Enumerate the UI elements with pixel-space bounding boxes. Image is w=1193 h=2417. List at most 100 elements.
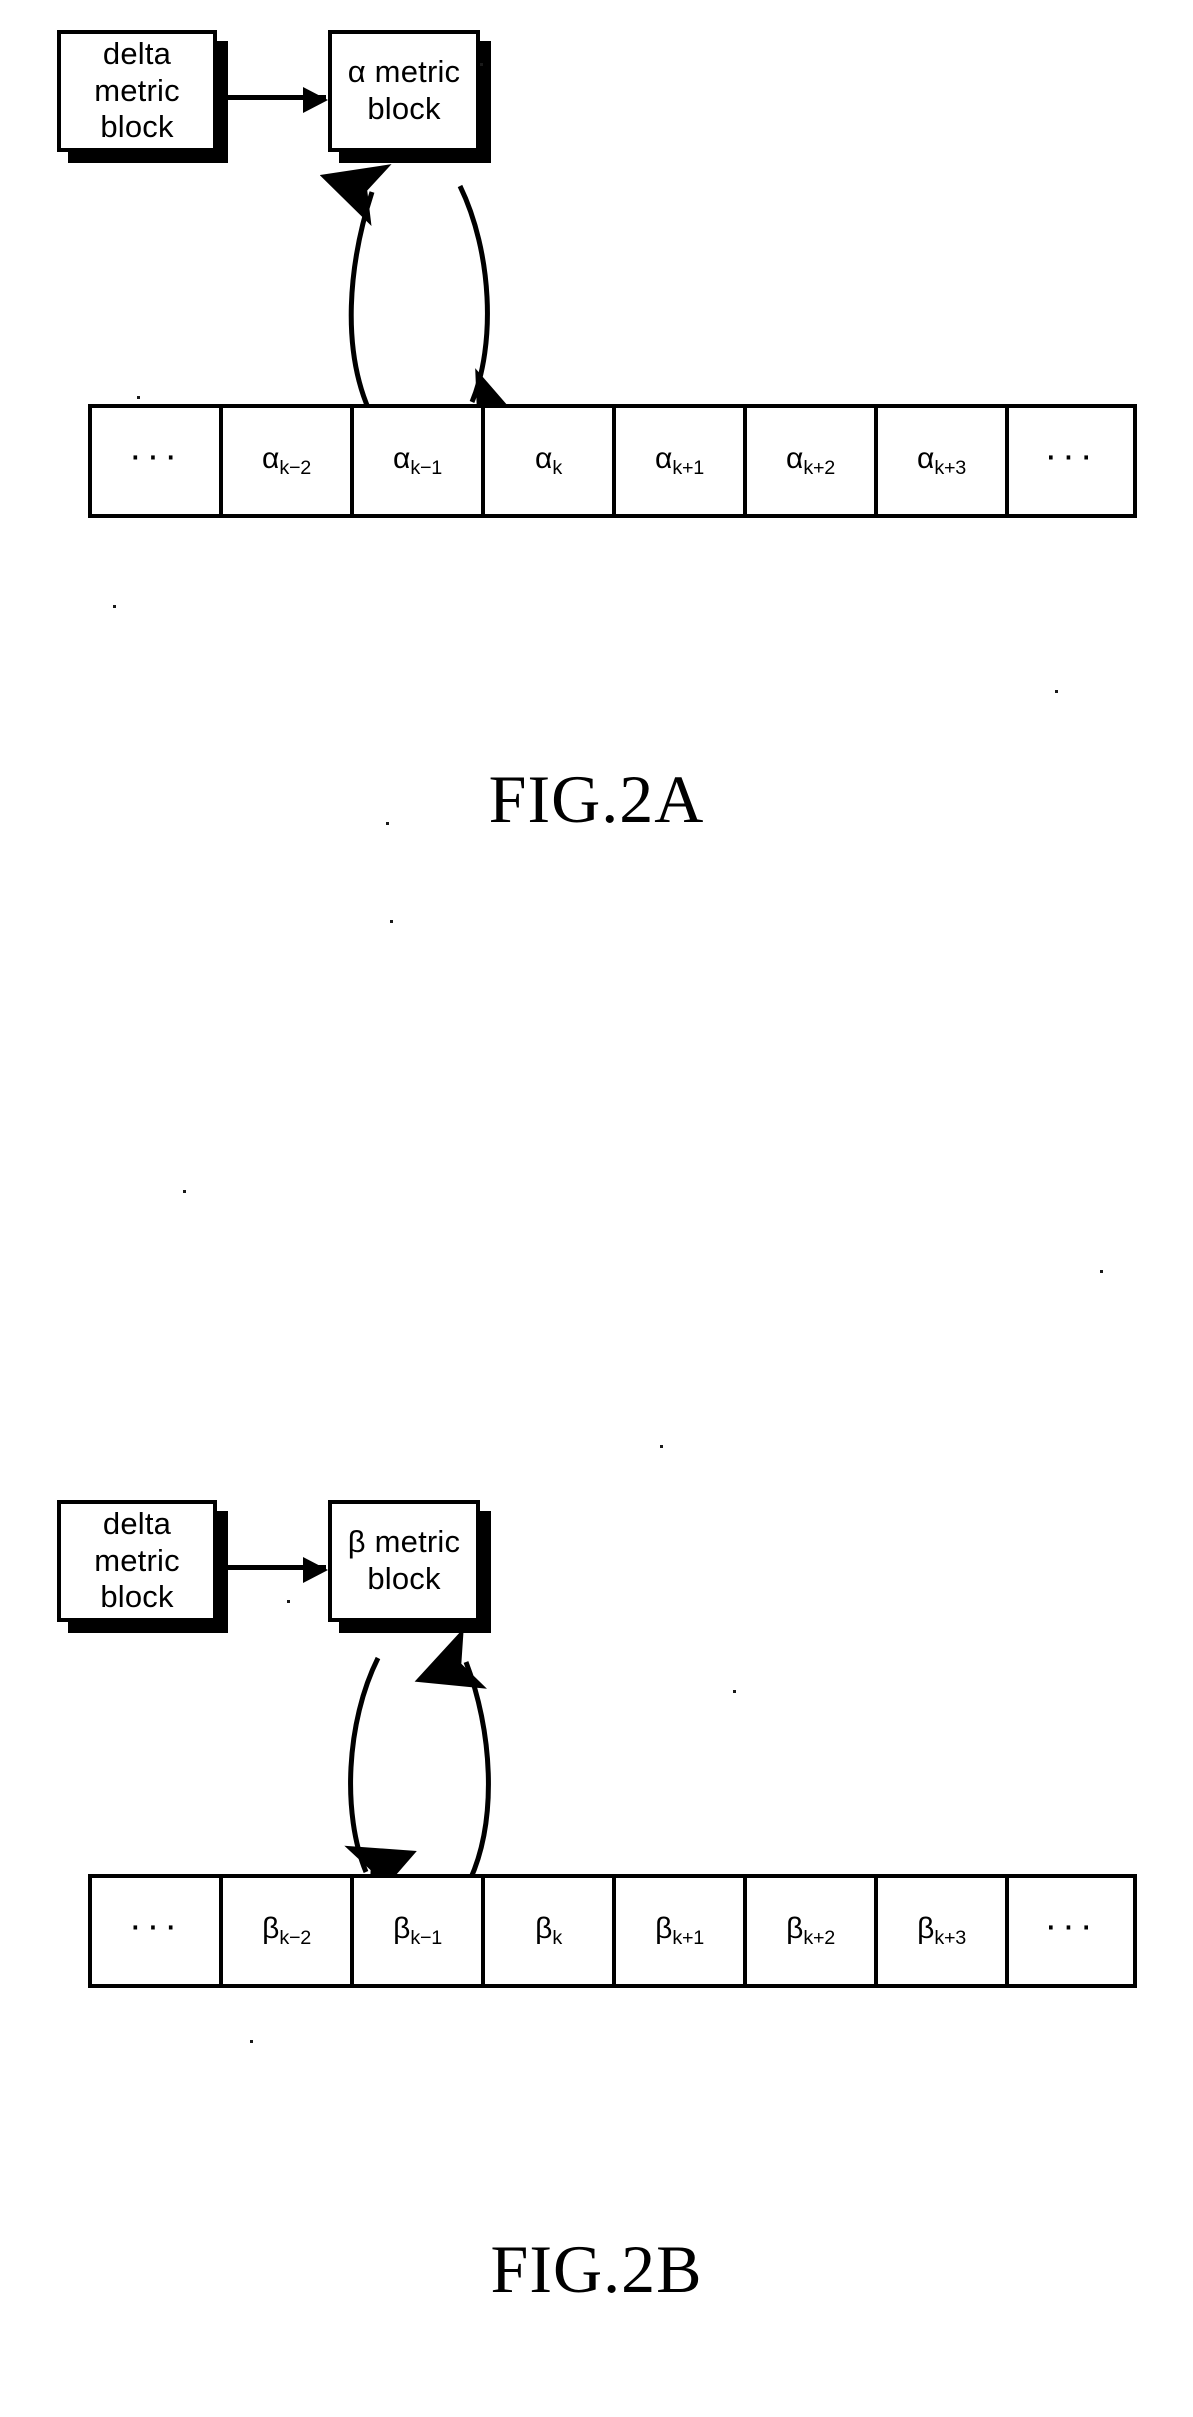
- array-cell-beta-k-minus-2: βk−2: [223, 1878, 354, 1984]
- array-cell-alpha-left-ellipsis: ···: [92, 408, 223, 514]
- cell-base: β: [535, 1912, 553, 1946]
- cell-sub: k: [552, 1926, 562, 1949]
- cell-sub: k+1: [672, 1926, 704, 1949]
- cell-text: ···: [1044, 1904, 1098, 1947]
- cell-sub: k−2: [279, 1926, 311, 1949]
- cell-base: β: [917, 1912, 935, 1946]
- beta-write-arrow-path: [344, 1656, 417, 1886]
- cell-text: ···: [129, 1904, 182, 1947]
- beta-curved-arrows: [344, 1628, 491, 1886]
- cell-text: βk−1: [393, 1912, 442, 1950]
- feed-arrow-delta-to-beta: [228, 1557, 328, 1583]
- scan-speckle: [386, 822, 389, 825]
- scan-speckle: [480, 63, 483, 66]
- scan-speckle: [113, 605, 116, 608]
- delta-label-line-3: block: [100, 109, 174, 145]
- delta-metric-block-a-label: delta metric block: [88, 36, 186, 146]
- scan-speckle: [137, 396, 140, 399]
- cell-text: βk+2: [786, 1912, 835, 1950]
- array-cell-alpha-k-plus-1: αk+1: [616, 408, 747, 514]
- cell-base: α: [917, 442, 935, 476]
- array-cell-alpha-k-plus-3: αk+3: [878, 408, 1009, 514]
- array-cell-alpha-k-plus-2: αk+2: [747, 408, 878, 514]
- cell-sub: k+3: [934, 456, 966, 479]
- alpha-read-arrow-path: [320, 164, 392, 411]
- array-cell-beta-k-plus-3: βk+3: [878, 1878, 1009, 1984]
- alpha-metric-block-label: α metric block: [342, 54, 467, 127]
- array-cell-beta-k-minus-1: βk−1: [354, 1878, 485, 1984]
- figure-2a-caption: FIG.2A: [488, 761, 705, 837]
- cell-sub: k: [552, 456, 562, 479]
- scan-speckle: [733, 1690, 736, 1693]
- beta-metric-array: ··· βk−2 βk−1 βk βk+1 βk+2 βk+3 ···: [88, 1874, 1137, 1988]
- cell-base: α: [262, 442, 280, 476]
- array-cell-alpha-k-minus-2: αk−2: [223, 408, 354, 514]
- scan-speckle: [250, 2040, 253, 2043]
- alpha-metric-array: ··· αk−2 αk−1 αk αk+1 αk+2 αk+3 ···: [88, 404, 1137, 518]
- array-cell-alpha-right-ellipsis: ···: [1009, 408, 1133, 514]
- alpha-metric-block: α metric block: [328, 30, 480, 152]
- array-cell-alpha-k: αk: [485, 408, 616, 514]
- cell-base: β: [786, 1912, 804, 1946]
- cell-sub: k−1: [410, 1926, 442, 1949]
- array-cell-beta-left-ellipsis: ···: [92, 1878, 223, 1984]
- cell-text: βk+3: [917, 1912, 966, 1950]
- figure-2a: delta metric block α metric block ··· αk…: [0, 0, 1193, 900]
- cell-text: αk+3: [917, 442, 966, 480]
- cell-sub: k+1: [672, 456, 704, 479]
- array-cell-alpha-k-minus-1: αk−1: [354, 408, 485, 514]
- figure-2b: delta metric block β metric block ··· βk…: [0, 1470, 1193, 2370]
- cell-sub: k−2: [279, 456, 311, 479]
- array-cell-beta-k-plus-2: βk+2: [747, 1878, 878, 1984]
- scan-speckle: [390, 920, 393, 923]
- scan-speckle: [183, 1190, 186, 1193]
- beta-metric-block: β metric block: [328, 1500, 480, 1622]
- cell-base: β: [393, 1912, 411, 1946]
- delta-metric-block-a: delta metric block: [57, 30, 217, 152]
- cell-text: αk+1: [655, 442, 704, 480]
- array-cell-beta-right-ellipsis: ···: [1009, 1878, 1133, 1984]
- cell-base: α: [786, 442, 804, 476]
- delta-label-line-1: delta: [102, 1506, 172, 1542]
- delta-label-line-1: delta: [102, 36, 172, 72]
- figure-2b-caption: FIG.2B: [490, 2231, 703, 2307]
- cell-text: βk: [535, 1912, 562, 1950]
- feed-arrow-delta-to-alpha: [228, 87, 328, 113]
- alpha-write-arrow-path: [450, 184, 523, 416]
- beta-label-line-1: β metric: [347, 1524, 461, 1560]
- delta-label-line-2: metric: [94, 1542, 180, 1578]
- patent-figure-page: { "page": { "background_color": "#ffffff…: [0, 0, 1193, 2417]
- alpha-curved-arrows: [320, 164, 523, 416]
- beta-metric-block-label: β metric block: [342, 1524, 466, 1597]
- scan-speckle: [1100, 1270, 1103, 1273]
- cell-sub: k+3: [934, 1926, 966, 1949]
- delta-label-line-2: metric: [94, 72, 180, 108]
- cell-base: β: [262, 1912, 280, 1946]
- cell-base: α: [535, 442, 553, 476]
- delta-label-line-3: block: [100, 1579, 174, 1615]
- cell-sub: k+2: [803, 456, 835, 479]
- cell-text: βk−2: [262, 1912, 311, 1950]
- delta-metric-block-b: delta metric block: [57, 1500, 217, 1622]
- cell-sub: k+2: [803, 1926, 835, 1949]
- cell-base: α: [393, 442, 411, 476]
- array-cell-beta-k-plus-1: βk+1: [616, 1878, 747, 1984]
- cell-text: ···: [129, 434, 182, 477]
- cell-text: αk+2: [786, 442, 835, 480]
- scan-speckle: [660, 1445, 663, 1448]
- scan-speckle: [287, 1600, 290, 1603]
- cell-text: αk: [535, 442, 562, 480]
- beta-label-line-2: block: [367, 1561, 441, 1596]
- cell-text: βk+1: [655, 1912, 704, 1950]
- cell-text: αk−1: [393, 442, 442, 480]
- beta-read-arrow-path: [414, 1628, 491, 1882]
- cell-text: ···: [1044, 434, 1098, 477]
- scan-speckle: [1055, 690, 1058, 693]
- cell-text: αk−2: [262, 442, 311, 480]
- alpha-label-line-2: block: [367, 91, 441, 126]
- delta-metric-block-b-label: delta metric block: [88, 1506, 186, 1616]
- cell-sub: k−1: [410, 456, 442, 479]
- array-cell-beta-k: βk: [485, 1878, 616, 1984]
- cell-base: β: [655, 1912, 673, 1946]
- cell-base: α: [655, 442, 673, 476]
